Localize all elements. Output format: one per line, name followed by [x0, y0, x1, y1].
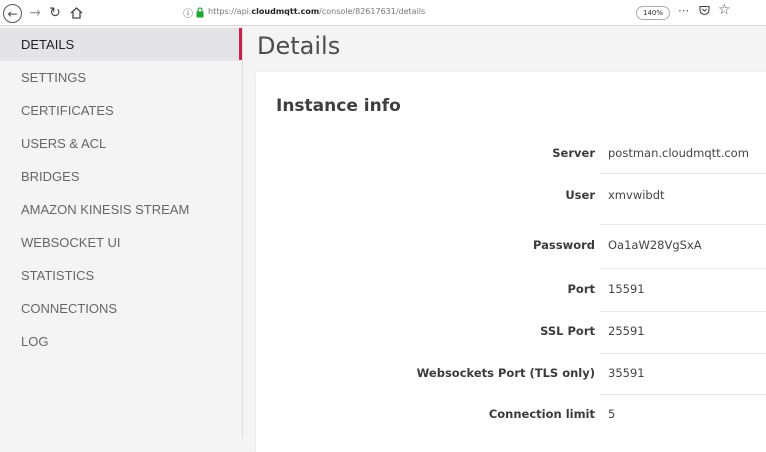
- page-title: Details: [257, 32, 341, 60]
- user-label: User: [565, 188, 595, 202]
- websockets-port-value: 35591: [608, 366, 645, 380]
- sidebar-item-websocket-ui[interactable]: WEBSOCKET UI: [0, 226, 241, 259]
- sidebar-item-settings[interactable]: SETTINGS: [0, 61, 241, 94]
- url-prefix: https://api.: [208, 7, 252, 16]
- lock-icon: [196, 7, 204, 18]
- sidebar-item-log[interactable]: LOG: [0, 325, 241, 358]
- ssl-port-label: SSL Port: [540, 324, 595, 338]
- url-domain: cloudmqtt.com: [251, 7, 320, 16]
- zoom-badge[interactable]: 140%: [636, 6, 671, 20]
- back-icon[interactable]: ←: [3, 4, 22, 23]
- sidebar-item-details[interactable]: DETAILS: [0, 28, 241, 61]
- home-icon[interactable]: [66, 3, 86, 23]
- row-divider: [600, 268, 766, 269]
- port-label: Port: [567, 282, 596, 296]
- forward-icon[interactable]: →: [25, 3, 45, 23]
- instance-info-card: [256, 72, 766, 452]
- ssl-port-value: 25591: [608, 324, 645, 338]
- server-label: Server: [552, 146, 595, 160]
- password-value: Oa1aW28VgSxA: [608, 238, 702, 252]
- reload-icon[interactable]: ↻: [45, 3, 65, 23]
- row-divider: [600, 353, 766, 354]
- sidebar: DETAILS SETTINGS CERTIFICATES USERS & AC…: [0, 26, 241, 438]
- info-icon[interactable]: ⓘ: [183, 5, 193, 20]
- url-bar[interactable]: ⓘ https://api.cloudmqtt.com/console/8261…: [168, 2, 738, 22]
- pocket-icon[interactable]: [699, 5, 710, 16]
- url-text[interactable]: https://api.cloudmqtt.com/console/826176…: [208, 7, 425, 16]
- server-value: postman.cloudmqtt.com: [608, 146, 749, 160]
- browser-toolbar: ← → ↻ ⓘ https://api.cloudmqtt.com/consol…: [0, 0, 766, 26]
- section-title: Instance info: [276, 96, 401, 116]
- row-divider: [600, 173, 766, 174]
- connection-limit-value: 5: [608, 407, 616, 421]
- websockets-port-label: Websockets Port (TLS only): [416, 366, 595, 380]
- password-label: Password: [533, 238, 595, 252]
- sidebar-divider: [242, 26, 243, 438]
- user-value: xmvwibdt: [608, 188, 665, 202]
- more-icon[interactable]: ⋯: [678, 4, 689, 17]
- row-divider: [600, 311, 766, 312]
- connection-limit-label: Connection limit: [488, 407, 595, 421]
- url-path: /console/82617631/details: [319, 7, 426, 16]
- sidebar-item-certificates[interactable]: CERTIFICATES: [0, 94, 241, 127]
- sidebar-item-users-acl[interactable]: USERS & ACL: [0, 127, 241, 160]
- sidebar-item-connections[interactable]: CONNECTIONS: [0, 292, 241, 325]
- sidebar-item-bridges[interactable]: BRIDGES: [0, 160, 241, 193]
- sidebar-item-amazon-kinesis-stream[interactable]: AMAZON KINESIS STREAM: [0, 193, 241, 226]
- port-value: 15591: [608, 282, 645, 296]
- sidebar-item-statistics[interactable]: STATISTICS: [0, 259, 241, 292]
- star-icon[interactable]: ☆: [718, 2, 731, 18]
- row-divider: [600, 224, 766, 225]
- row-divider: [600, 394, 766, 395]
